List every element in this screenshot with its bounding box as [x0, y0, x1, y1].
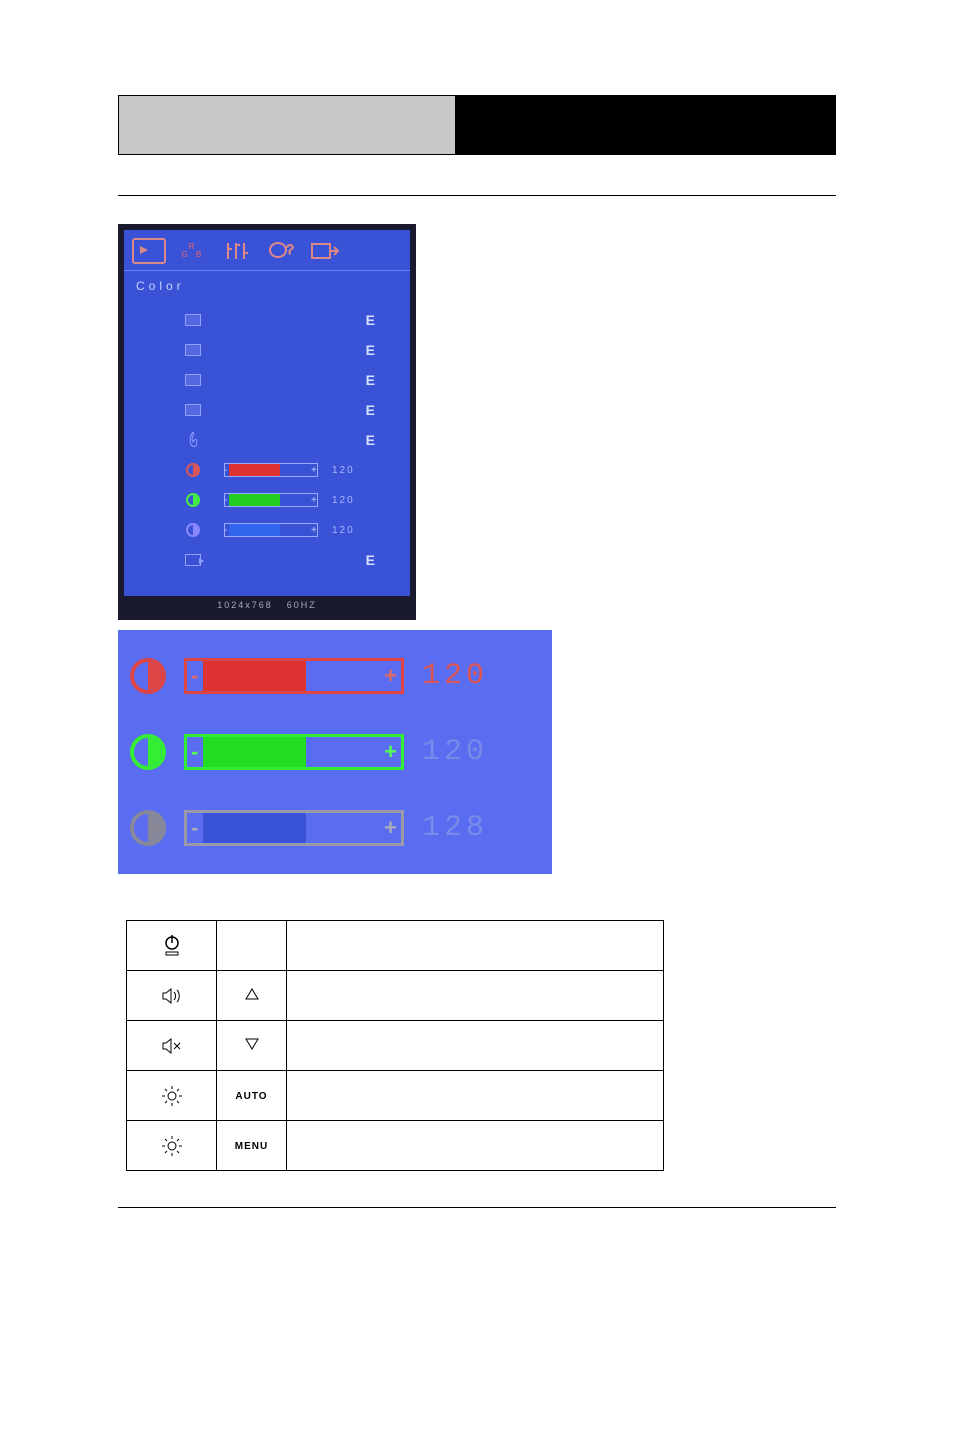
green-slider[interactable]: -+	[184, 734, 404, 770]
zoom-green-value: 120	[422, 735, 488, 769]
zoom-red-row: -+ 120	[130, 646, 540, 706]
control-table: AUTO MENU	[126, 920, 664, 1171]
blue-channel-icon	[130, 810, 166, 846]
red-channel-icon	[186, 463, 200, 477]
blue-slider[interactable]: -+	[184, 810, 404, 846]
speaker-on-icon	[161, 988, 183, 1004]
up-button-cell	[217, 971, 287, 1021]
blue-slider[interactable]: -+	[224, 523, 318, 537]
osd-red-row[interactable]: -+ 120	[182, 455, 398, 485]
rule-bottom	[118, 1207, 836, 1208]
description-cell	[287, 971, 664, 1021]
table-row	[127, 921, 664, 971]
language-tab-icon[interactable]: ?	[264, 238, 298, 264]
menu-button-cell: MENU	[217, 1121, 287, 1171]
banner-right	[456, 95, 836, 155]
osd-green-row[interactable]: -+ 120	[182, 485, 398, 515]
speaker-on-icon-cell	[127, 971, 217, 1021]
zoom-red-value: 120	[422, 659, 488, 693]
osd-screenshot: RG B ? Color E E E E E	[118, 224, 416, 620]
rule-top	[118, 195, 836, 196]
power-icon	[163, 935, 181, 957]
auto-label: AUTO	[235, 1091, 267, 1102]
exit-row-icon	[185, 554, 201, 566]
banner-left	[118, 95, 456, 155]
preset-box-icon	[185, 374, 201, 386]
table-row: MENU	[127, 1121, 664, 1171]
header-banner	[118, 95, 836, 155]
blue-channel-icon	[186, 523, 200, 537]
osd-tab-bar: RG B ?	[124, 230, 410, 271]
preset-epsilon: E	[366, 342, 378, 358]
brightness-icon	[162, 1136, 182, 1156]
red-slider[interactable]: -+	[224, 463, 318, 477]
green-value: 120	[332, 495, 355, 506]
osd-section-title: Color	[124, 271, 410, 301]
preset-epsilon: E	[366, 372, 378, 388]
osd-preset-row[interactable]: E	[182, 335, 398, 365]
power-icon-cell	[127, 921, 217, 971]
menu-label: MENU	[235, 1141, 268, 1152]
rgb-tab-icon[interactable]: RG B	[176, 238, 210, 264]
osd-exit-row[interactable]: E	[182, 545, 398, 575]
svg-text:?: ?	[286, 241, 294, 257]
preset-epsilon: E	[366, 312, 378, 328]
osd-preset-row[interactable]: E	[182, 395, 398, 425]
green-channel-icon	[186, 493, 200, 507]
zoom-blue-value: 128	[422, 811, 488, 845]
osd-footer: 1024x768 60HZ	[124, 596, 410, 614]
exit-epsilon: E	[366, 552, 378, 568]
zoom-green-row: -+ 120	[130, 722, 540, 782]
brightness-icon-cell	[127, 1071, 217, 1121]
red-channel-icon	[130, 658, 166, 694]
down-button-cell	[217, 1021, 287, 1071]
preset-box-icon	[185, 344, 201, 356]
zoom-panel: -+ 120 -+ 120 -+ 128	[118, 630, 552, 874]
red-slider[interactable]: -+	[184, 658, 404, 694]
zoom-blue-row: -+ 128	[130, 798, 540, 858]
green-slider[interactable]: -+	[224, 493, 318, 507]
osd-preset-row[interactable]: E	[182, 365, 398, 395]
flame-icon	[182, 432, 204, 448]
footer-refresh: 60HZ	[287, 600, 317, 610]
description-cell	[287, 921, 664, 971]
osd-preset-row[interactable]: E	[182, 305, 398, 335]
brightness-icon	[162, 1086, 182, 1106]
exit-tab-icon[interactable]	[308, 238, 342, 264]
preset-box-icon	[185, 404, 201, 416]
auto-button-cell: AUTO	[217, 1071, 287, 1121]
blue-value: 120	[332, 525, 355, 536]
speaker-off-icon	[161, 1038, 183, 1054]
preset-box-icon	[185, 314, 201, 326]
tools-tab-icon[interactable]	[220, 238, 254, 264]
description-cell	[287, 1071, 664, 1121]
triangle-down-icon	[245, 1038, 259, 1050]
osd-preset-row[interactable]: E	[182, 425, 398, 455]
speaker-off-icon-cell	[127, 1021, 217, 1071]
table-row	[127, 971, 664, 1021]
red-value: 120	[332, 465, 355, 476]
preset-epsilon: E	[366, 402, 378, 418]
button-label-cell	[217, 921, 287, 971]
footer-resolution: 1024x768	[217, 600, 273, 610]
table-row: AUTO	[127, 1071, 664, 1121]
brightness-icon-cell	[127, 1121, 217, 1171]
green-channel-icon	[130, 734, 166, 770]
description-cell	[287, 1021, 664, 1071]
osd-blue-row[interactable]: -+ 120	[182, 515, 398, 545]
table-row	[127, 1021, 664, 1071]
description-cell	[287, 1121, 664, 1171]
picture-tab-icon[interactable]	[132, 238, 166, 264]
preset-epsilon: E	[366, 432, 378, 448]
triangle-up-icon	[245, 988, 259, 1000]
